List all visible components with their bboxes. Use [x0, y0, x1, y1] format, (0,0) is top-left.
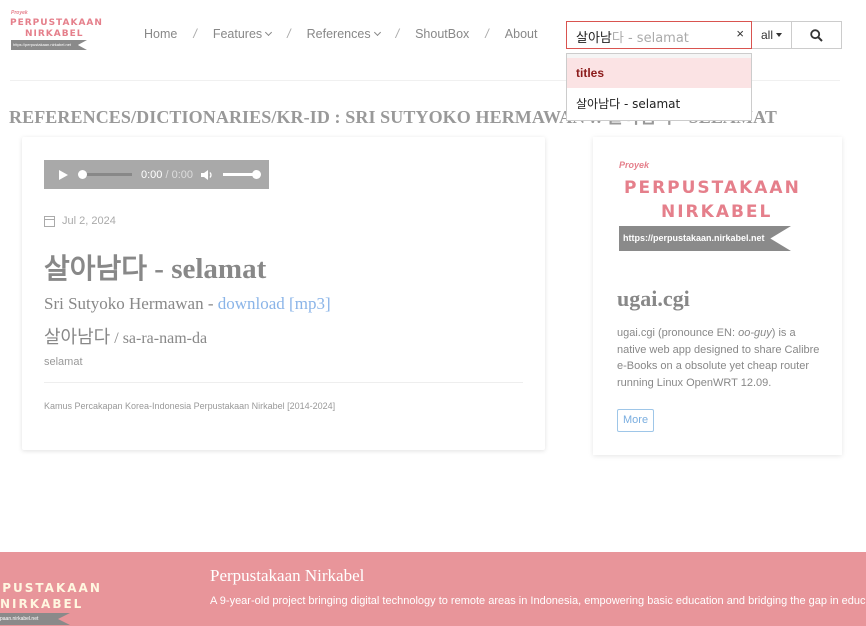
progress-knob[interactable]: [78, 170, 87, 179]
search-suggestions: titles 살아남다 - selamat: [566, 53, 752, 121]
audio-player: 0:00 / 0:00: [44, 160, 269, 189]
audio-current-time: 0:00: [141, 168, 163, 181]
nav-shoutbox-label: ShoutBox: [415, 27, 470, 41]
nav-separator: /: [193, 27, 197, 41]
nav-separator: /: [287, 27, 291, 41]
suggestion-option[interactable]: 살아남다 - selamat: [567, 88, 751, 120]
logo-line1: PERPUSTAKAAN: [10, 18, 103, 28]
sidebar-logo-line1: PERPUSTAKAAN: [624, 178, 801, 198]
nav-home[interactable]: Home: [144, 27, 177, 41]
entry-romanization: 살아남다 / sa-ra-nam-da: [44, 323, 207, 349]
suggestion-group-header: titles: [567, 54, 751, 88]
calendar-icon: [44, 215, 55, 227]
entry-meaning: selamat: [44, 356, 83, 368]
sidebar-logo-proyek: Proyek: [619, 160, 650, 170]
play-icon[interactable]: [59, 169, 68, 180]
nav-about[interactable]: About: [505, 27, 538, 41]
nav-separator: /: [485, 27, 489, 41]
footer-logo-url: paan.nirkabel.net: [0, 613, 70, 625]
entry-title-translation: - selamat: [147, 253, 267, 285]
nav-home-label: Home: [144, 27, 178, 41]
search-button[interactable]: [792, 21, 842, 49]
clear-icon[interactable]: ×: [736, 26, 744, 41]
search-scope-dropdown[interactable]: all: [752, 21, 792, 49]
footer-logo: PERPUSTAKAAN NIRKABEL paan.nirkabel.net: [0, 566, 100, 626]
sidebar-app-title: ugai.cgi: [617, 286, 690, 311]
search-input-value: 살아남다 - selamat: [576, 27, 689, 46]
desc-part1: ugai.cgi (pronounce EN:: [617, 327, 739, 339]
sidebar-logo: Proyek PERPUSTAKAAN NIRKABEL https://per…: [619, 160, 799, 252]
nav-features[interactable]: Features: [212, 27, 273, 41]
audio-progress-slider[interactable]: [78, 170, 132, 179]
search-icon: [810, 28, 823, 42]
caret-down-icon: [776, 33, 782, 37]
nav-about-label: About: [504, 27, 538, 41]
nav-features-label: Features: [212, 27, 263, 41]
footer-logo-line2: NIRKABEL: [0, 597, 84, 611]
entry-credits: Kamus Percakapan Korea-Indonesia Perpust…: [44, 401, 336, 411]
romanization-text: / sa-ra-nam-da: [110, 330, 208, 347]
logo-url: https://perpustakaan.nirkabel.net: [11, 40, 87, 50]
audio-time: 0:00 / 0:00: [141, 169, 193, 181]
sidebar-logo-line2: NIRKABEL: [661, 202, 773, 222]
sidebar-logo-url: https://perpustakaan.nirkabel.net: [619, 226, 791, 251]
main-nav: Home / Features / References / ShoutBox …: [144, 27, 537, 41]
logo-line2: NIRKABEL: [25, 29, 84, 39]
footer-title: Perpustakaan Nirkabel: [210, 566, 365, 585]
search-scope-label: all: [760, 28, 773, 42]
sidebar-description: ugai.cgi (pronounce EN: oo-guy) is a nat…: [617, 325, 827, 391]
nav-references-label: References: [306, 27, 371, 41]
entry-title-korean: 살아남다: [44, 252, 148, 285]
search-typed-text: 살아남: [576, 31, 612, 46]
volume-control: [201, 169, 261, 181]
search-bar: 살아남다 - selamat × all: [566, 21, 842, 49]
logo-proyek-text: Proyek: [11, 10, 28, 16]
nav-separator: /: [395, 27, 400, 41]
romanization-korean: 살아남다: [44, 327, 111, 348]
more-button[interactable]: More: [617, 409, 655, 432]
entry-title: 살아남다 - selamat: [44, 247, 266, 287]
nav-shoutbox[interactable]: ShoutBox: [415, 27, 469, 41]
entry-date: Jul 2, 2024: [44, 215, 116, 227]
volume-slider[interactable]: [223, 170, 261, 179]
entry-card: 0:00 / 0:00 Jul 2, 2024 살아남다 - selamat S…: [22, 137, 545, 450]
site-logo[interactable]: Proyek PERPUSTAKAAN NIRKABEL https://per…: [10, 10, 102, 52]
entry-date-text: Jul 2, 2024: [62, 215, 116, 227]
desc-pronounce: oo-guy: [738, 327, 772, 339]
chevron-down-icon: [373, 28, 381, 37]
search-autocomplete-hint: 다 - selamat: [611, 31, 689, 46]
chevron-down-icon: [265, 28, 273, 37]
footer-text: A 9-year-old project bringing digital te…: [210, 595, 866, 607]
card-divider: [44, 382, 523, 383]
site-footer: PERPUSTAKAAN NIRKABEL paan.nirkabel.net …: [0, 552, 866, 626]
download-mp3-link[interactable]: download [mp3]: [218, 294, 331, 313]
audio-duration: / 0:00: [162, 168, 193, 181]
volume-icon[interactable]: [201, 169, 214, 181]
sidebar-card: Proyek PERPUSTAKAAN NIRKABEL https://per…: [593, 137, 842, 455]
entry-author: Sri Sutyoko Hermawan - download [mp3]: [44, 294, 331, 314]
author-name: Sri Sutyoko Hermawan -: [44, 294, 218, 313]
footer-logo-line1: PERPUSTAKAAN: [0, 581, 102, 595]
nav-references[interactable]: References: [306, 27, 381, 41]
search-input[interactable]: 살아남다 - selamat ×: [566, 21, 752, 49]
volume-knob[interactable]: [252, 170, 261, 179]
